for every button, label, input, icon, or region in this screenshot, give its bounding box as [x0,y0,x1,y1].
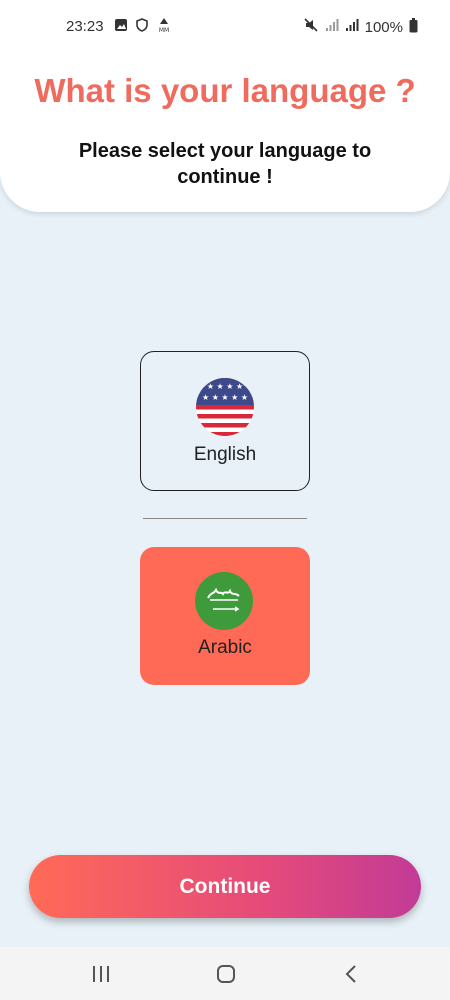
shield-icon [135,18,149,36]
signal-icon [345,18,359,36]
page-title: What is your language ? [34,72,416,109]
language-label-arabic: Arabic [198,637,252,658]
header-card: 23:23 MM 100% What is your language ? Pl… [0,0,450,212]
signal-icon [325,18,339,36]
svg-text:★ ★ ★ ★ ★: ★ ★ ★ ★ ★ [202,393,248,402]
continue-button[interactable]: Continue [29,855,421,918]
status-time: 23:23 [66,18,104,35]
svg-text:★ ★ ★ ★: ★ ★ ★ ★ [207,382,243,391]
back-icon[interactable] [336,961,366,987]
saudi-flag-icon [195,572,253,630]
battery-level: 100% [364,18,403,36]
image-icon [114,18,128,36]
status-bar: 23:23 MM 100% [0,0,450,56]
battery-icon [409,17,418,37]
recents-icon[interactable] [86,961,116,987]
language-option-arabic[interactable]: Arabic [140,547,310,685]
home-icon[interactable] [211,961,241,987]
status-right: 100% [303,17,418,37]
divider [143,518,307,519]
page-subtitle: Please select your language to continue … [78,140,372,188]
mm-icon: MM [156,17,172,37]
language-label-english: English [193,444,257,465]
language-option-english[interactable]: ★ ★ ★ ★ ★ ★ ★ ★ ★ English [140,351,310,491]
navigation-bar [0,947,450,1000]
status-left-icons: MM [114,17,172,37]
mute-icon [303,17,319,37]
svg-text:MM: MM [159,27,169,33]
us-flag-icon: ★ ★ ★ ★ ★ ★ ★ ★ ★ [196,378,254,436]
